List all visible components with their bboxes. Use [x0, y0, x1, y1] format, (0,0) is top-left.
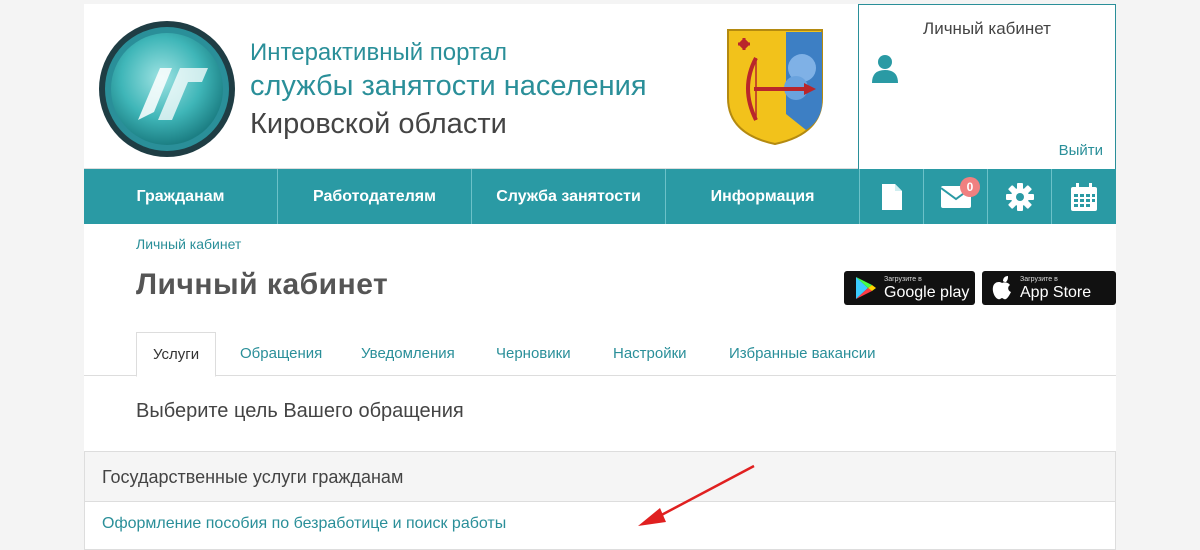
- google-play-icon: [856, 277, 876, 299]
- gear-icon: [1005, 182, 1034, 211]
- google-play-label: Google play: [884, 283, 970, 301]
- coat-of-arms-icon: [727, 29, 823, 146]
- user-icon[interactable]: [871, 53, 899, 83]
- breadcrumb[interactable]: Личный кабинет: [136, 236, 241, 252]
- nav-document-button[interactable]: [860, 169, 924, 224]
- nav-mail-button[interactable]: 0: [924, 169, 988, 224]
- services-panel: Государственные услуги гражданам Оформле…: [84, 451, 1116, 550]
- unemployment-benefit-link[interactable]: Оформление пособия по безработице и поис…: [102, 515, 506, 533]
- account-title: Личный кабинет: [923, 19, 1051, 38]
- portal-title: Интерактивный портал службы занятости на…: [250, 38, 647, 144]
- tab-notifications[interactable]: Уведомления: [361, 332, 455, 376]
- page-title: Личный кабинет: [136, 268, 389, 301]
- document-icon: [881, 183, 902, 210]
- main-nav: Гражданам Работодателям Служба занятости…: [84, 169, 1116, 224]
- tab-settings[interactable]: Настройки: [613, 332, 687, 376]
- tab-favorite-vacancies[interactable]: Избранные вакансии: [729, 332, 876, 376]
- site-header: Интерактивный портал службы занятости на…: [84, 4, 1116, 170]
- tab-requests[interactable]: Обращения: [240, 332, 322, 376]
- nav-item-employers[interactable]: Работодателям: [278, 169, 472, 224]
- services-panel-heading: Государственные услуги гражданам: [85, 452, 1115, 502]
- page: Интерактивный портал службы занятости на…: [84, 4, 1116, 550]
- nav-calendar-button[interactable]: [1052, 169, 1116, 224]
- tab-drafts[interactable]: Черновики: [496, 332, 571, 376]
- portal-title-line2: службы занятости населения: [250, 70, 647, 102]
- nav-item-citizens[interactable]: Гражданам: [84, 169, 278, 224]
- section-subtitle: Выберите цель Вашего обращения: [136, 400, 464, 422]
- portal-title-line3: Кировской области: [250, 108, 507, 140]
- nav-settings-button[interactable]: [988, 169, 1052, 224]
- account-tabs: Услуги Обращения Уведомления Черновики Н…: [84, 332, 1116, 377]
- app-store-button[interactable]: Загрузите в App Store: [982, 271, 1116, 305]
- google-play-caption: Загрузите в: [884, 275, 922, 283]
- tab-services[interactable]: Услуги: [136, 332, 217, 377]
- apple-icon: [992, 276, 1011, 300]
- mail-count-badge: 0: [960, 177, 980, 197]
- nav-item-employment-service[interactable]: Служба занятости: [472, 169, 666, 224]
- account-box: Личный кабинет Выйти: [858, 4, 1116, 170]
- app-store-caption: Загрузите в: [1020, 275, 1058, 283]
- portal-logo-icon[interactable]: [98, 20, 236, 158]
- logout-link[interactable]: Выйти: [1059, 142, 1103, 159]
- calendar-icon: [1071, 182, 1097, 211]
- annotation-arrow-icon: [638, 464, 755, 526]
- nav-item-information[interactable]: Информация: [666, 169, 860, 224]
- app-store-label: App Store: [1020, 283, 1092, 301]
- portal-title-line1: Интерактивный портал: [250, 39, 508, 66]
- google-play-button[interactable]: Загрузите в Google play: [844, 271, 975, 305]
